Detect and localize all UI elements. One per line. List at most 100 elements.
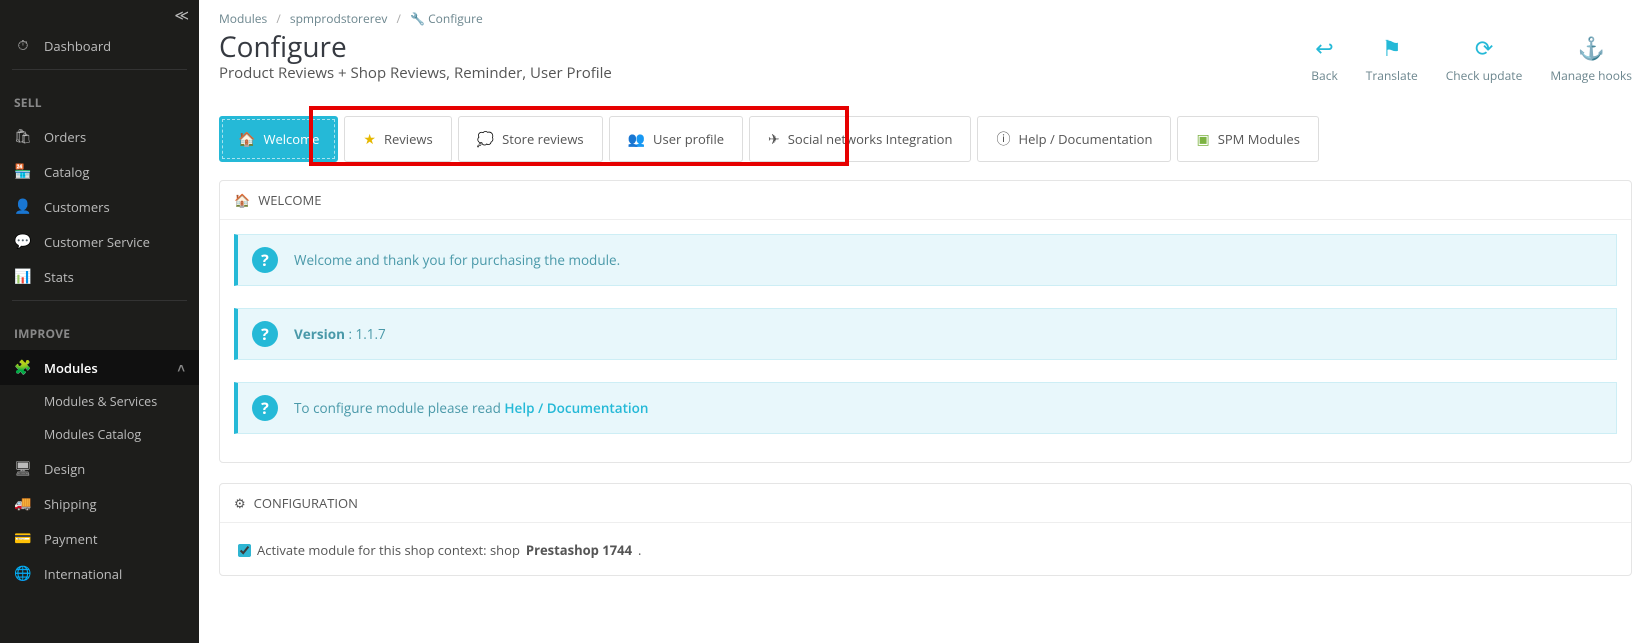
chat-icon: 💬 bbox=[14, 232, 32, 251]
sidebar-collapse-icon[interactable]: ≪ bbox=[0, 0, 199, 28]
activate-checkbox-line[interactable]: Activate module for this shop context: s… bbox=[234, 537, 1617, 569]
basket-icon: 🛍 bbox=[14, 127, 32, 146]
person-icon: 👤 bbox=[14, 197, 32, 216]
tab-welcome[interactable]: 🏠 Welcome bbox=[219, 116, 338, 162]
sidebar-label: Design bbox=[44, 460, 85, 478]
gears-icon: ⚙ bbox=[234, 494, 246, 512]
breadcrumb-sep: / bbox=[390, 10, 406, 27]
tab-label: User profile bbox=[653, 130, 724, 148]
question-icon: ? bbox=[252, 247, 278, 273]
tabs: 🏠 Welcome ★ Reviews 💭 Store reviews 👥 Us… bbox=[219, 116, 1632, 162]
back-arrow-icon: ↩ bbox=[1311, 33, 1337, 63]
comments-icon: 💭 bbox=[477, 130, 494, 149]
action-label: Check update bbox=[1446, 67, 1523, 84]
alert-thank-you: ? Welcome and thank you for purchasing t… bbox=[234, 234, 1617, 286]
tab-label: Welcome bbox=[263, 130, 319, 148]
sidebar-item-stats[interactable]: 📊 Stats bbox=[0, 259, 199, 294]
breadcrumb-configure: Configure bbox=[428, 10, 483, 27]
panel-heading: 🏠 WELCOME bbox=[220, 181, 1631, 220]
sidebar-item-customer-service[interactable]: 💬 Customer Service bbox=[0, 224, 199, 259]
tab-spm-modules[interactable]: ▣ SPM Modules bbox=[1177, 116, 1318, 162]
sidebar-label: Catalog bbox=[44, 163, 89, 181]
action-label: Back bbox=[1311, 67, 1337, 84]
version-sep: : bbox=[345, 325, 356, 343]
breadcrumb-sep: / bbox=[270, 10, 286, 27]
home-icon: 🏠 bbox=[234, 191, 250, 209]
sidebar-label: Orders bbox=[44, 128, 86, 146]
activate-checkbox[interactable] bbox=[238, 544, 251, 557]
sidebar-item-payment[interactable]: 💳 Payment bbox=[0, 521, 199, 556]
sidebar-label: Payment bbox=[44, 530, 98, 548]
sidebar-item-modules-services[interactable]: Modules & Services bbox=[0, 385, 199, 418]
store-icon: 🏪 bbox=[14, 162, 32, 181]
sidebar-item-design[interactable]: 🖥 Design bbox=[0, 451, 199, 486]
checkbox-label-shop: Prestashop 1744 bbox=[526, 541, 632, 559]
tab-reviews[interactable]: ★ Reviews bbox=[344, 116, 451, 162]
tab-label: Reviews bbox=[384, 130, 433, 148]
truck-icon: 🚚 bbox=[14, 494, 32, 513]
tab-user-profile[interactable]: 👥 User profile bbox=[609, 116, 743, 162]
star-icon: ★ bbox=[363, 130, 376, 149]
sidebar-label: Customer Service bbox=[44, 233, 150, 251]
tab-store-reviews[interactable]: 💭 Store reviews bbox=[458, 116, 603, 162]
sidebar-item-modules[interactable]: 🧩 Modules ˄ bbox=[0, 350, 199, 385]
alert-text: To configure module please read bbox=[294, 399, 504, 417]
checkbox-label-pre: Activate module for this shop context: s… bbox=[257, 541, 520, 559]
sidebar-label: International bbox=[44, 565, 122, 583]
question-icon: ? bbox=[252, 395, 278, 421]
sidebar-label: Modules bbox=[44, 359, 98, 377]
sidebar-item-customers[interactable]: 👤 Customers bbox=[0, 189, 199, 224]
page-subtitle: Product Reviews + Shop Reviews, Reminder… bbox=[219, 63, 612, 83]
flag-icon: ⚑ bbox=[1366, 33, 1418, 63]
alert-text: Welcome and thank you for purchasing the… bbox=[294, 251, 620, 269]
breadcrumb-slug[interactable]: spmprodstorerev bbox=[290, 10, 387, 27]
speedometer-icon: ⏱ bbox=[14, 36, 32, 55]
chevron-up-icon: ˄ bbox=[177, 359, 185, 377]
action-check-update[interactable]: ⟳ Check update bbox=[1446, 33, 1523, 84]
sidebar-item-dashboard[interactable]: ⏱ Dashboard bbox=[0, 28, 199, 63]
users-icon: 👥 bbox=[628, 130, 645, 149]
heading-text: WELCOME bbox=[258, 191, 321, 209]
sidebar-item-international[interactable]: 🌐 International bbox=[0, 556, 199, 591]
version-value: 1.1.7 bbox=[356, 325, 386, 343]
wrench-icon: 🔧 bbox=[410, 10, 425, 27]
action-translate[interactable]: ⚑ Translate bbox=[1366, 33, 1418, 84]
sidebar-label: Modules Catalog bbox=[44, 426, 141, 443]
paper-plane-icon: ✈ bbox=[768, 130, 780, 149]
monitor-icon: 🖥 bbox=[14, 459, 32, 478]
action-manage-hooks[interactable]: ⚓ Manage hooks bbox=[1550, 33, 1632, 84]
checkbox-label-post: . bbox=[638, 541, 641, 559]
sidebar-section-sell: SELL bbox=[0, 76, 199, 119]
breadcrumb-modules[interactable]: Modules bbox=[219, 10, 267, 27]
version-label: Version bbox=[294, 325, 345, 343]
puzzle-icon: 🧩 bbox=[14, 358, 32, 377]
sidebar-label: Stats bbox=[44, 268, 74, 286]
globe-icon: 🌐 bbox=[14, 564, 32, 583]
help-doc-link[interactable]: Help / Documentation bbox=[504, 399, 648, 417]
tab-label: Social networks Integration bbox=[788, 130, 953, 148]
question-icon: ? bbox=[252, 321, 278, 347]
page-title: Configure bbox=[219, 33, 612, 61]
breadcrumb: Modules / spmprodstorerev / 🔧 Configure bbox=[219, 0, 1632, 27]
action-label: Translate bbox=[1366, 67, 1418, 84]
home-icon: 🏠 bbox=[238, 130, 255, 149]
tab-label: Store reviews bbox=[502, 130, 584, 148]
panel-heading: ⚙ CONFIGURATION bbox=[220, 484, 1631, 523]
tab-help[interactable]: ⓘ Help / Documentation bbox=[977, 116, 1171, 162]
alert-version: ? Version : 1.1.7 bbox=[234, 308, 1617, 360]
sidebar-label: Shipping bbox=[44, 495, 97, 513]
sidebar-item-catalog[interactable]: 🏪 Catalog bbox=[0, 154, 199, 189]
sidebar-item-modules-catalog[interactable]: Modules Catalog bbox=[0, 418, 199, 451]
tab-label: Help / Documentation bbox=[1018, 130, 1152, 148]
main-content: Modules / spmprodstorerev / 🔧 Configure … bbox=[199, 0, 1652, 643]
sidebar-label: Modules & Services bbox=[44, 393, 157, 410]
cubes-icon: ▣ bbox=[1196, 130, 1209, 149]
tab-social-networks[interactable]: ✈ Social networks Integration bbox=[749, 116, 971, 162]
action-back[interactable]: ↩ Back bbox=[1311, 33, 1337, 84]
tab-label: SPM Modules bbox=[1218, 130, 1300, 148]
sidebar-item-orders[interactable]: 🛍 Orders bbox=[0, 119, 199, 154]
anchor-icon: ⚓ bbox=[1550, 33, 1632, 63]
sidebar-item-shipping[interactable]: 🚚 Shipping bbox=[0, 486, 199, 521]
sidebar-label: Dashboard bbox=[44, 37, 111, 55]
alert-configure: ? To configure module please read Help /… bbox=[234, 382, 1617, 434]
